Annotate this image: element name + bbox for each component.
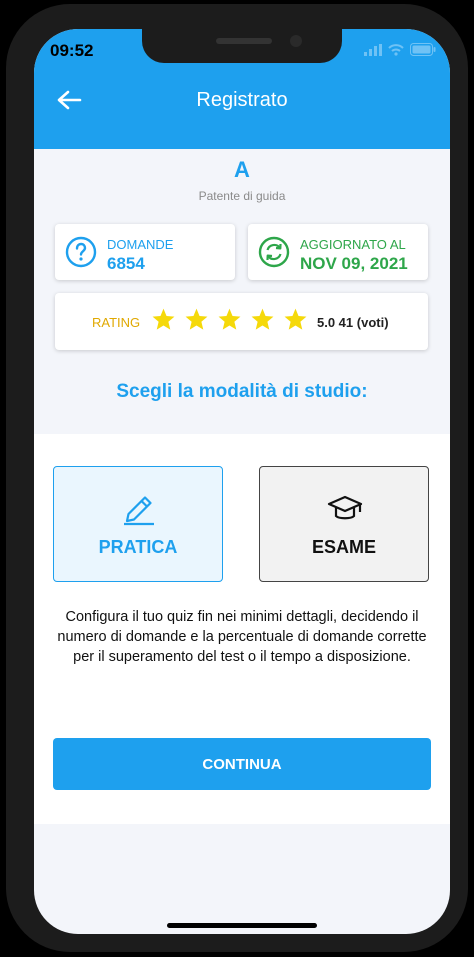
mode-esame-label: ESAME	[311, 537, 376, 557]
top-bar: 09:52 Registrato	[34, 29, 450, 149]
questions-label: DOMANDE	[107, 237, 174, 252]
mode-pratica-button[interactable]: PRATICA	[53, 466, 223, 582]
study-mode-title: Scegli la modalità di studio:	[116, 381, 368, 402]
speaker	[216, 38, 272, 44]
rating-card: RATING 5.0 41 (voti)	[55, 293, 428, 350]
star-icon	[218, 308, 241, 330]
rating-text: 5.0 41 (voti)	[317, 315, 389, 330]
page-title: Registrato	[196, 89, 288, 111]
mode-esame-button[interactable]: ESAME	[259, 466, 429, 582]
camera	[290, 35, 302, 47]
home-indicator	[167, 923, 317, 928]
wifi-icon	[388, 43, 404, 56]
question-circle-icon	[65, 236, 97, 268]
notch	[142, 29, 342, 63]
refresh-circle-icon	[258, 236, 290, 268]
mode-description: Configura il tuo quiz fin nei minimi det…	[57, 609, 427, 665]
questions-value: 6854	[107, 254, 145, 273]
star-icon	[185, 308, 208, 330]
license-letter: A	[234, 157, 250, 182]
updated-label: AGGIORNATO AL	[300, 237, 406, 252]
status-time: 09:52	[50, 41, 94, 60]
updated-card: AGGIORNATO AL NOV 09, 2021	[248, 224, 428, 280]
rating-stars	[151, 307, 308, 332]
pencil-icon	[124, 496, 154, 526]
rating-label: RATING	[92, 315, 141, 330]
phone-frame: 09:52 Registrato A Patente di guida DOMA…	[6, 4, 468, 952]
license-subtitle: Patente di guida	[198, 189, 286, 203]
updated-value: NOV 09, 2021	[300, 254, 408, 273]
star-icon	[152, 308, 175, 330]
star-icon	[251, 308, 274, 330]
app-screen: 09:52 Registrato A Patente di guida DOMA…	[34, 29, 450, 934]
battery-icon	[410, 43, 436, 56]
star-icon	[284, 308, 307, 330]
graduation-cap-icon	[327, 495, 363, 520]
signal-icon	[364, 43, 382, 56]
mode-pratica-label: PRATICA	[98, 537, 178, 557]
continue-button[interactable]: CONTINUA	[53, 738, 431, 790]
status-icons	[364, 43, 436, 56]
questions-card: DOMANDE 6854	[55, 224, 235, 280]
